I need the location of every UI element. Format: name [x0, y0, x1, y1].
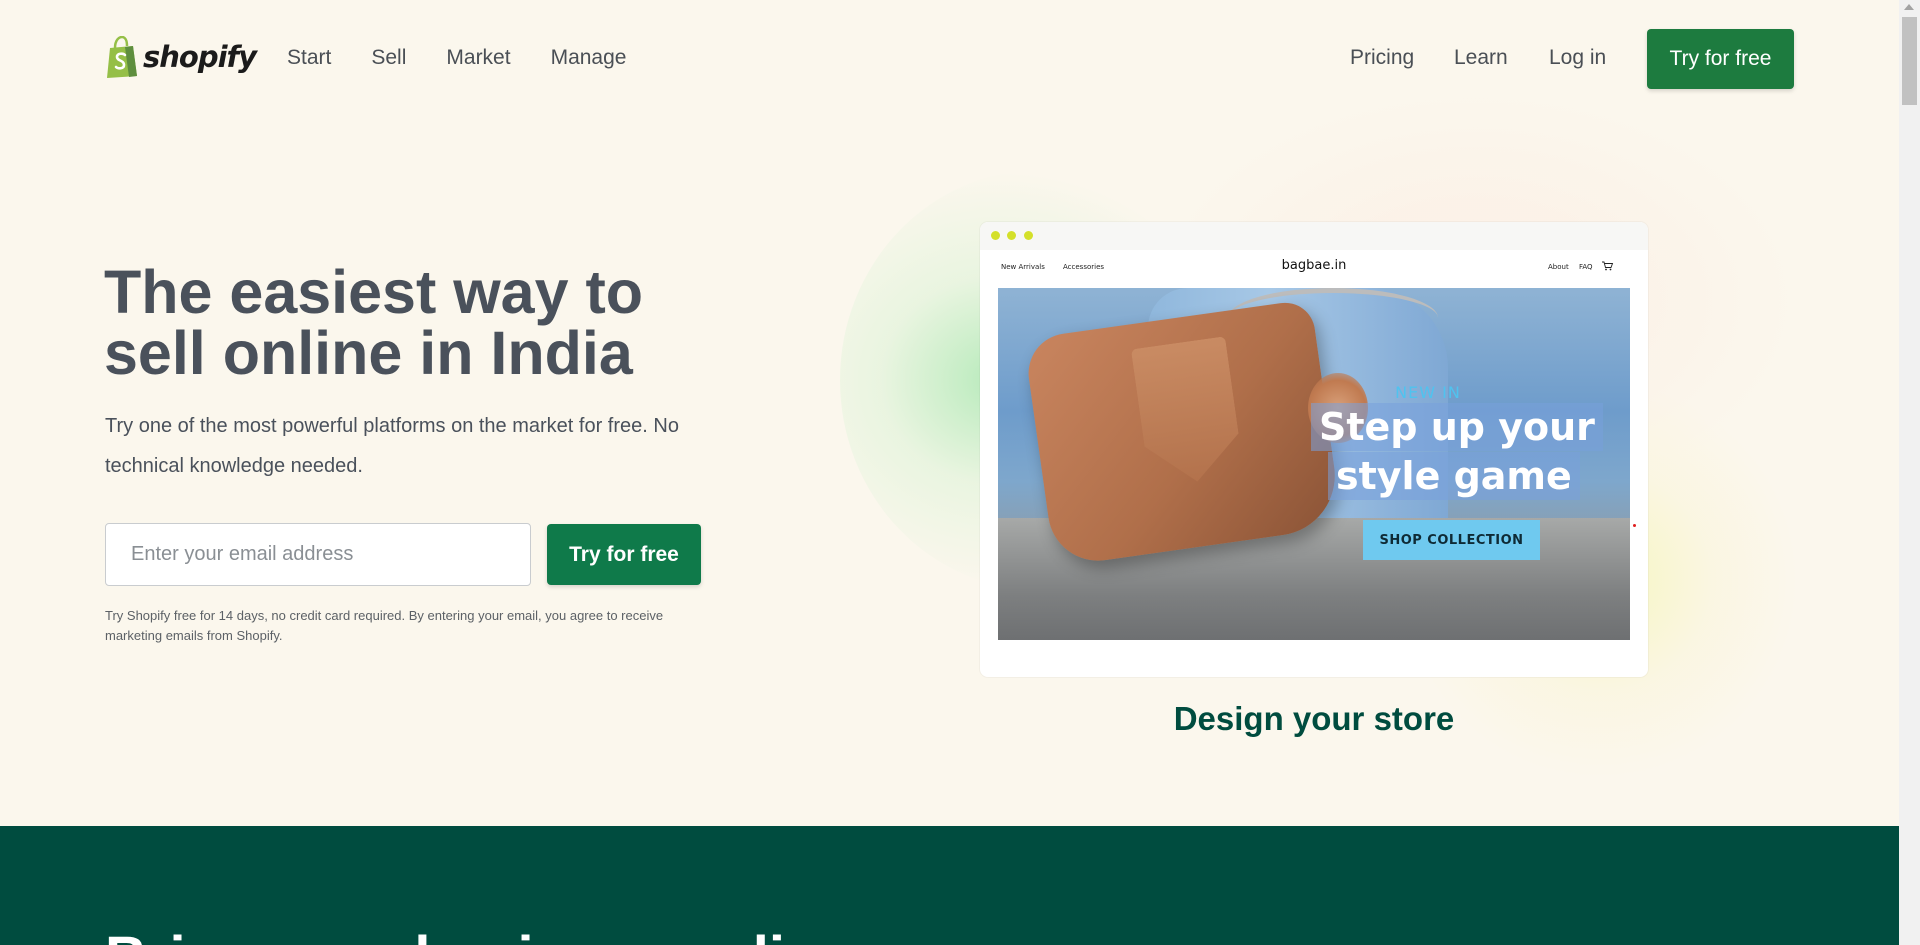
hero-try-free-button[interactable]: Try for free	[547, 524, 701, 585]
mock-nav-faq: FAQ	[1579, 263, 1593, 271]
shopify-bag-icon	[107, 36, 137, 78]
decorative-dot	[1633, 524, 1636, 527]
mock-hero-image: NEW IN Step up your style game SHOP COLL…	[998, 288, 1630, 640]
email-input[interactable]	[105, 523, 531, 586]
section-heading: Bring your business online	[105, 924, 853, 945]
logo-wordmark: shopify	[143, 40, 257, 74]
shopify-logo[interactable]: shopify	[105, 36, 257, 78]
mock-store-brand: bagbae.in	[1281, 258, 1347, 273]
page: shopify Start Sell Market Manage Pricing…	[0, 0, 1899, 945]
mock-store-nav: New Arrivals Accessories bagbae.in About…	[998, 250, 1630, 288]
browser-titlebar	[980, 222, 1648, 250]
nav-start[interactable]: Start	[287, 46, 331, 70]
mock-eyebrow: NEW IN	[1395, 383, 1461, 402]
site-header: shopify Start Sell Market Manage Pricing…	[0, 0, 1899, 118]
cart-icon	[1602, 261, 1614, 271]
hero-title: The easiest way to sell online in India	[104, 258, 644, 387]
mock-headline-line-2: style game	[1328, 452, 1580, 500]
nav-sell[interactable]: Sell	[371, 46, 406, 70]
primary-nav: Start Sell Market Manage	[287, 46, 666, 70]
window-dot-icon	[1024, 231, 1033, 240]
nav-pricing[interactable]: Pricing	[1350, 46, 1414, 70]
handbag-flap	[1131, 336, 1245, 488]
header-try-free-button[interactable]: Try for free	[1647, 29, 1794, 89]
scrollbar-thumb[interactable]	[1902, 17, 1917, 105]
mockup-caption: Design your store	[1173, 700, 1455, 737]
store-preview-mockup: New Arrivals Accessories bagbae.in About…	[980, 222, 1648, 677]
nav-manage[interactable]: Manage	[551, 46, 627, 70]
window-dot-icon	[991, 231, 1000, 240]
window-dot-icon	[1007, 231, 1016, 240]
nav-login[interactable]: Log in	[1549, 46, 1606, 70]
hero-subtitle: Try one of the most powerful platforms o…	[105, 415, 679, 477]
nav-market[interactable]: Market	[446, 46, 510, 70]
dark-feature-section: Bring your business online	[0, 826, 1899, 945]
signup-disclaimer: Try Shopify free for 14 days, no credit …	[105, 608, 664, 643]
vertical-scrollbar[interactable]	[1899, 0, 1920, 945]
mock-nav-about: About	[1548, 263, 1569, 271]
hero-photo-handbag	[1023, 298, 1343, 568]
scroll-up-arrow-icon[interactable]	[1904, 4, 1914, 10]
nav-learn[interactable]: Learn	[1454, 46, 1508, 70]
mock-shop-collection-button: SHOP COLLECTION	[1363, 520, 1540, 560]
mock-headline-line-1: Step up your	[1311, 403, 1603, 451]
